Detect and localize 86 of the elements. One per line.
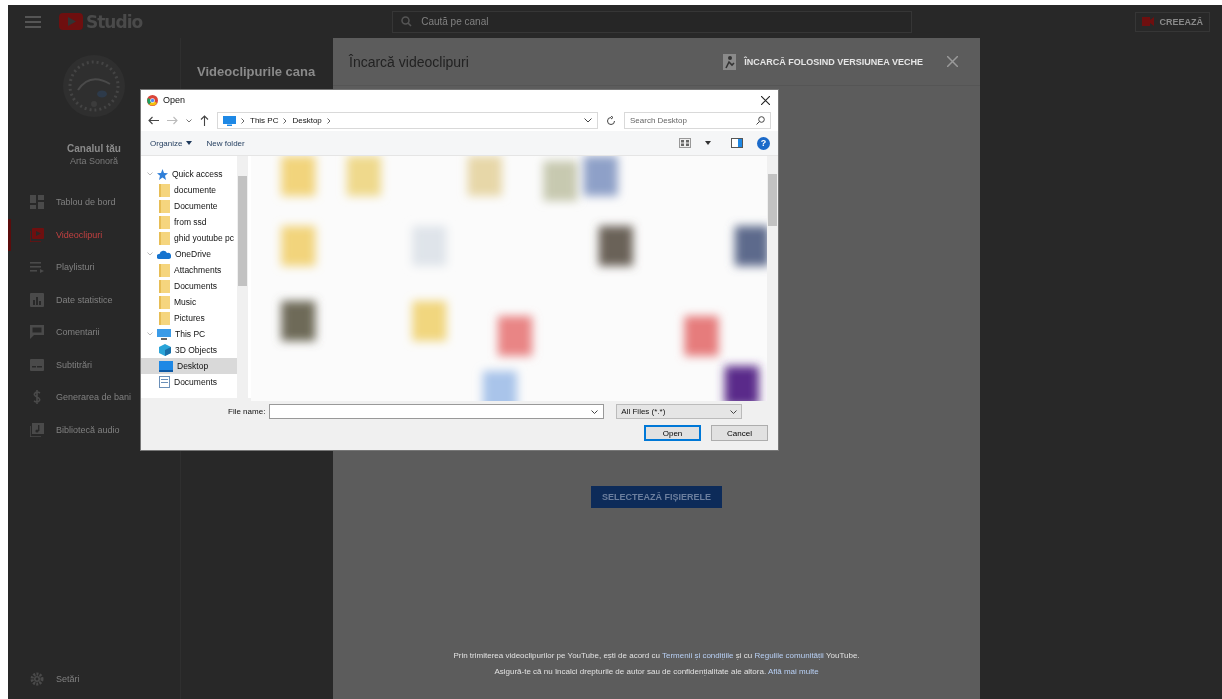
- document-icon: [159, 376, 170, 388]
- chevron-right-icon: [283, 117, 288, 124]
- folder-icon: [159, 279, 170, 293]
- view-options-icon[interactable]: [679, 138, 691, 148]
- file-type-dropdown[interactable]: All Files (*.*): [616, 404, 743, 419]
- tree-item[interactable]: Pictures: [141, 310, 237, 326]
- sidebar-item[interactable]: Bibliotecă audio: [8, 413, 180, 446]
- scrollbar[interactable]: [767, 156, 778, 398]
- tree-item[interactable]: This PC: [141, 326, 237, 342]
- folder-icon: [159, 215, 170, 229]
- caret-icon[interactable]: [705, 141, 711, 145]
- file-name-field[interactable]: [269, 404, 605, 419]
- page-title: Videoclipurile cana: [197, 64, 316, 79]
- tree-item[interactable]: Documente: [141, 198, 237, 214]
- search-icon: [401, 15, 413, 27]
- computer-icon: [223, 115, 236, 126]
- cancel-button[interactable]: Cancel: [711, 425, 768, 441]
- open-button[interactable]: Open: [644, 425, 701, 441]
- upload-person-icon: [723, 53, 737, 70]
- tree-item[interactable]: Attachments: [141, 262, 237, 278]
- tree-item[interactable]: Documents: [141, 374, 237, 390]
- play-logo-icon: [59, 13, 83, 30]
- chevron-icon: [147, 331, 153, 337]
- dialog-title: Încarcă videoclipuri: [349, 53, 470, 70]
- scrollbar[interactable]: [237, 156, 248, 398]
- chevron-icon: [147, 171, 153, 177]
- organize-button[interactable]: Organize: [150, 138, 193, 148]
- playlist-icon: [30, 260, 44, 275]
- chart-icon: [30, 292, 44, 307]
- up-arrow-icon[interactable]: [200, 115, 209, 126]
- video-icon: [30, 227, 44, 242]
- terms-link[interactable]: Regulile comunității: [754, 651, 824, 660]
- tree-item[interactable]: 3D Objects: [141, 342, 237, 358]
- new-folder-button[interactable]: New folder: [206, 138, 245, 148]
- chevron-down-icon: [591, 409, 599, 414]
- camera-icon: [1142, 17, 1155, 26]
- caret-icon: [186, 141, 193, 145]
- chevron-icon: [147, 251, 153, 257]
- help-button[interactable]: ?: [757, 136, 770, 150]
- browser-icon: [147, 94, 158, 106]
- chevron-down-icon[interactable]: [186, 118, 192, 123]
- address-bar[interactable]: This PC Desktop: [217, 112, 598, 129]
- tree-item[interactable]: Desktop: [141, 358, 237, 374]
- create-button[interactable]: CREEAZĂ: [1135, 11, 1210, 32]
- terms-link[interactable]: Termenii și condițiile: [661, 651, 734, 660]
- close-icon[interactable]: [761, 95, 770, 105]
- folder-icon: [159, 231, 170, 245]
- back-arrow-icon[interactable]: [148, 116, 159, 125]
- chevron-down-icon: [730, 409, 738, 414]
- preview-pane-icon[interactable]: [731, 138, 743, 148]
- cube-icon: [159, 344, 171, 356]
- subtitles-icon: [30, 357, 44, 372]
- channel-label: Canalul tău: [67, 143, 121, 154]
- tree-item[interactable]: documente: [141, 182, 237, 198]
- legacy-upload-button[interactable]: ÎNCARCĂ FOLOSIND VERSIUNEA VECHE: [723, 53, 923, 70]
- folder-icon: [159, 199, 170, 213]
- breadcrumb-item[interactable]: Desktop: [292, 116, 322, 125]
- folder-icon: [159, 183, 170, 197]
- comment-icon: [30, 325, 44, 340]
- chevron-right-icon: [326, 117, 331, 124]
- computer-icon: [157, 328, 171, 340]
- dialog-title: Open: [163, 95, 186, 105]
- search-field[interactable]: Caută pe canal: [392, 10, 913, 33]
- terms-link[interactable]: Află mai multe: [767, 667, 819, 676]
- cloud-icon: [157, 249, 171, 259]
- breadcrumb-item[interactable]: This PC: [250, 116, 279, 125]
- star-icon: [157, 168, 168, 180]
- refresh-icon[interactable]: [606, 115, 616, 126]
- search-icon: [756, 116, 765, 125]
- folder-icon: [159, 295, 170, 309]
- dashboard-icon: [30, 195, 44, 210]
- folder-icon: [159, 263, 170, 277]
- terms-text: Asigură-te că nu încalci drepturile de autor sau de confidențialitate ale altora. Află mai multe: [493, 667, 820, 676]
- file-name-label: File name:: [228, 407, 266, 416]
- chevron-down-icon[interactable]: [584, 118, 592, 123]
- channel-name: Arta Sonoră: [70, 156, 118, 166]
- tree-item[interactable]: Documents: [141, 278, 237, 294]
- terms-text: Prin trimiterea videoclipurilor pe YouTube, ești de acord cu Termenii și condițiile și cu Regulile comunității YouTube.: [452, 651, 861, 660]
- tree-item[interactable]: Music: [141, 294, 237, 310]
- desktop-icon: [159, 360, 173, 372]
- folder-icon: [159, 311, 170, 325]
- music-icon: [30, 422, 44, 437]
- settings-item[interactable]: Setări: [8, 662, 180, 695]
- settings-icon: [30, 671, 44, 686]
- chevron-right-icon: [241, 117, 245, 124]
- tree-item[interactable]: Quick access: [141, 166, 237, 182]
